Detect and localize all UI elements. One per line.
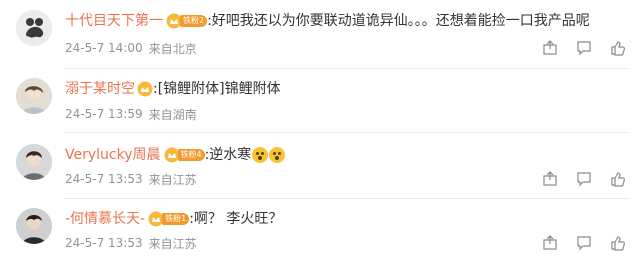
avatar[interactable]	[16, 208, 52, 244]
comment-text: :啊？ 李火旺？	[189, 211, 283, 227]
comment-text: :[锦鲤附体]锦鲤附体	[153, 81, 281, 97]
comment-date: 24-5-7 13:53	[65, 172, 143, 186]
fan-badge-label: 铁粉4	[177, 149, 205, 161]
share-icon[interactable]	[542, 171, 558, 187]
username[interactable]: 溺于某时空	[65, 80, 135, 98]
comment-actions	[524, 171, 626, 187]
crown-icon	[137, 81, 153, 97]
thumbs-up-icon[interactable]	[610, 171, 626, 187]
fan-badge[interactable]: 铁粉1	[148, 211, 190, 227]
comment-meta: 24-5-7 13:53 来自江苏	[65, 235, 197, 251]
divider	[64, 198, 630, 199]
comment-location: 来自北京	[148, 41, 197, 56]
comment-date: 24-5-7 13:59	[65, 107, 143, 121]
comment-location: 来自湖南	[148, 107, 197, 122]
comment-date: 24-5-7 13:53	[65, 236, 143, 250]
username[interactable]: Verylucky周晨	[65, 146, 161, 164]
fan-badge[interactable]: 铁粉4	[164, 147, 205, 163]
fan-badge[interactable]: 铁粉2	[166, 13, 208, 29]
comment-icon[interactable]	[576, 171, 592, 187]
comment-header: 溺于某时空 :[锦鲤附体]锦鲤附体	[65, 80, 281, 98]
comment-actions	[524, 40, 626, 56]
comment-header: 十代目天下第一 铁粉2 :好吧我还以为你要联动道诡异仙。。。还想着能捡一口我产品…	[65, 12, 590, 30]
share-icon[interactable]	[542, 40, 558, 56]
divider	[64, 132, 630, 133]
divider	[64, 68, 630, 69]
comment-location: 来自江苏	[148, 236, 197, 251]
username[interactable]: 十代目天下第一	[65, 12, 163, 30]
comment-icon[interactable]	[576, 40, 592, 56]
thumbs-up-icon[interactable]	[610, 40, 626, 56]
avatar[interactable]	[16, 144, 52, 180]
shocked-emoji-icon	[252, 147, 269, 163]
share-icon[interactable]	[542, 235, 558, 251]
badge	[137, 81, 153, 97]
comment-meta: 24-5-7 13:59 来自湖南	[65, 106, 197, 122]
username[interactable]: -何情慕长天-	[65, 210, 145, 228]
thumbs-up-icon[interactable]	[610, 235, 626, 251]
avatar[interactable]	[16, 10, 52, 46]
fan-badge-label: 铁粉1	[162, 213, 190, 225]
comment-location: 来自江苏	[148, 172, 197, 187]
comment-header: Verylucky周晨 铁粉4 :逆水寒	[65, 146, 286, 164]
comment-meta: 24-5-7 13:53 来自江苏	[65, 171, 197, 187]
avatar[interactable]	[16, 78, 52, 114]
comment-list: 十代目天下第一 铁粉2 :好吧我还以为你要联动道诡异仙。。。还想着能捡一口我产品…	[0, 0, 640, 261]
fan-badge-label: 铁粉2	[180, 15, 208, 27]
comment-text: :好吧我还以为你要联动道诡异仙。。。还想着能捡一口我产品呢	[207, 13, 590, 29]
comment-date: 24-5-7 14:00	[65, 41, 143, 55]
comment-header: -何情慕长天- 铁粉1 :啊？ 李火旺？	[65, 210, 282, 228]
comment-icon[interactable]	[576, 235, 592, 251]
comment-actions	[524, 235, 626, 251]
shocked-emoji-icon	[269, 147, 286, 163]
comment-text: :逆水寒	[204, 147, 252, 163]
comment-meta: 24-5-7 14:00 来自北京	[65, 40, 197, 56]
